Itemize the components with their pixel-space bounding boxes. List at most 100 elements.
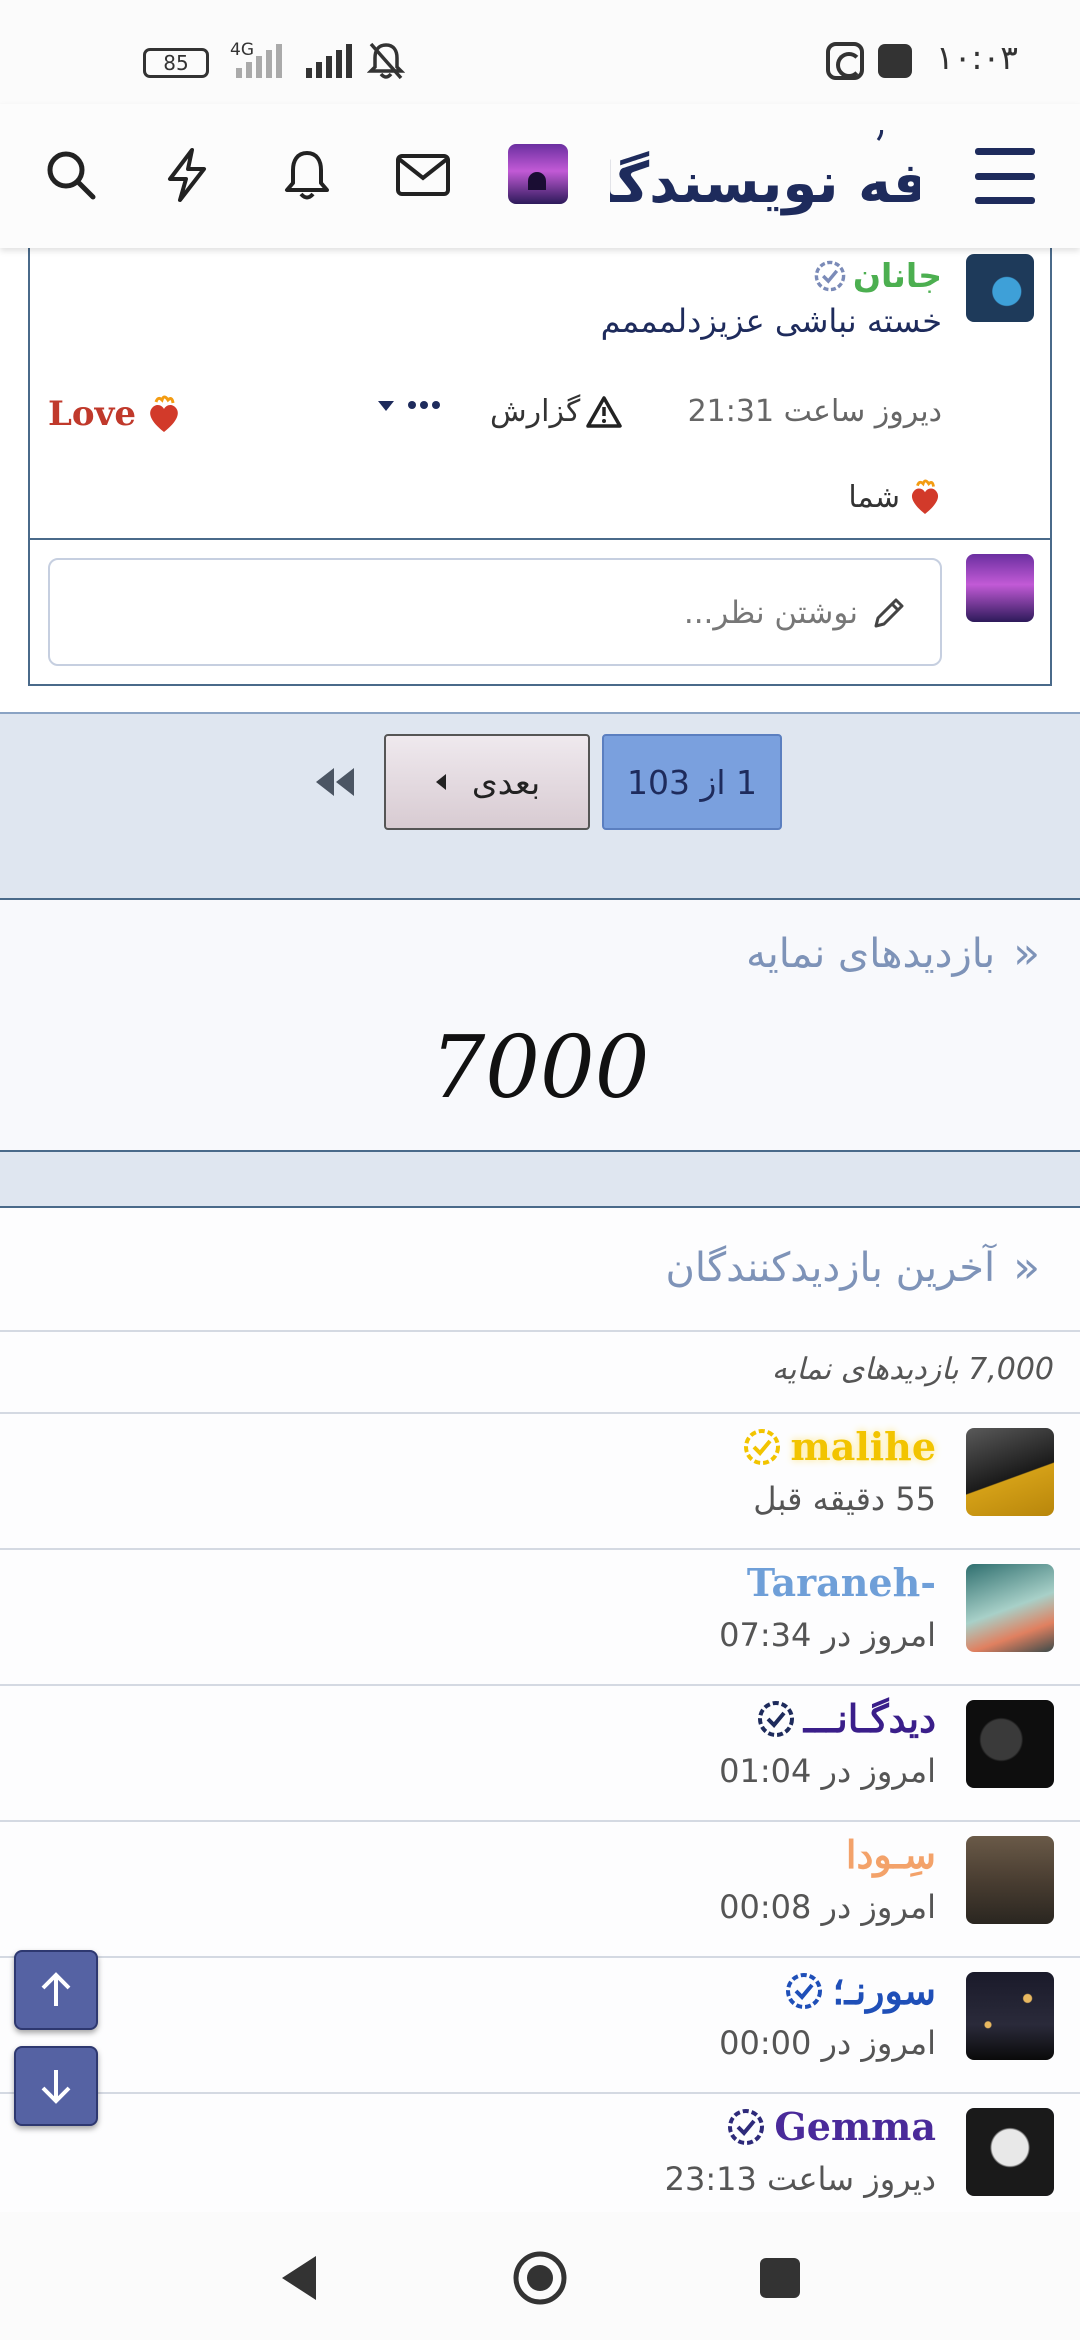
visitor-avatar[interactable] [966,2108,1054,2196]
visitor-avatar[interactable] [966,1700,1054,1788]
visitor-time: امروز در 01:04 [719,1752,936,1790]
visitor-avatar[interactable] [966,1972,1054,2060]
visitor-name[interactable]: سِـودا [846,1832,936,1877]
visitor-name[interactable]: دیدگـانـــ [756,1696,936,1741]
bell-mute-icon [367,42,405,80]
next-page-label: بعدی [471,762,541,802]
search-icon [47,151,96,200]
visitor-row[interactable]: سِـودا امروز در 00:08 [0,1822,1080,1958]
inbox-button[interactable] [390,142,456,208]
visitor-time: امروز در 00:00 [719,2024,936,2062]
clock: ۱۰:۰۳ [935,38,1018,77]
last-visitors-section: « آخرین بازدیدکنندگان 7,000 بازدیدهای نم… [0,1208,1080,2218]
caret-left-icon [435,774,446,790]
search-button[interactable] [38,142,104,208]
reply-placeholder: نوشتن نظر... [683,595,858,631]
battery-indicator: 85 [143,48,209,78]
comment-timestamp[interactable]: دیروز ساعت 21:31 [688,394,942,429]
reaction-summary[interactable]: شما [848,478,942,516]
ellipsis-caret-icon [378,401,440,411]
verified-icon [728,2108,765,2145]
back-button[interactable] [272,2250,328,2306]
bell-icon [285,151,329,200]
current-user-avatar [966,554,1034,622]
divider [30,538,1050,540]
comment-card: جانان خسته نباشی عزیزدلمممم دیروز ساعت 2… [28,248,1052,686]
arrow-down-icon [41,2070,71,2104]
home-button[interactable] [512,2250,568,2306]
comment-author[interactable]: جانان [813,256,942,295]
visitor-time: امروز در 00:08 [719,1888,936,1926]
visitor-name[interactable]: -Taraneh [747,1560,936,1605]
visitor-avatar[interactable] [966,1836,1054,1924]
comment-author-avatar[interactable] [966,254,1034,322]
visitors-summary: 7,000 بازدیدهای نمایه [0,1330,1080,1414]
pencil-icon [874,598,904,628]
visitor-time: 55 دقیقه قبل [753,1480,936,1518]
arrow-up-icon [41,1972,71,2006]
app-notification-icon [826,42,864,80]
verified-icon [786,1972,823,2009]
verified-icon [814,260,846,291]
profile-views-section: « بازدیدهای نمایه 7000 [0,900,1080,1152]
scroll-top-button[interactable] [14,1950,98,2030]
visitor-name[interactable]: malihe [742,1424,936,1469]
comment-text: خسته نباشی عزیزدلمممم [600,302,942,340]
site-logo[interactable]: کافه نویسندگان [610,130,920,222]
reactor-name: شما [848,479,900,515]
visitor-time: دیروز ساعت 23:13 [664,2160,936,2198]
notification-dot-icon [878,44,912,78]
profile-views-title-text: بازدیدهای نمایه [746,930,996,977]
site-header: کافه نویسندگان [0,104,1080,248]
visitor-avatar[interactable] [966,1428,1054,1516]
pagination: 1 از 103 بعدی [0,712,1080,900]
double-chevron-icon: « [1013,1242,1040,1293]
whats-new-button[interactable] [154,142,220,208]
visitor-time: امروز در 07:34 [719,1616,936,1654]
recents-button[interactable] [752,2250,808,2306]
signal-icon [236,44,282,78]
more-options-button[interactable] [376,390,446,430]
page-indicator-label: 1 از 103 [626,762,758,802]
visitor-row[interactable]: سورنـ؛ امروز در 00:00 [0,1958,1080,2094]
comment-author-name: جانان [852,256,942,295]
user-avatar-button[interactable] [508,144,568,204]
visitors-summary-text: 7,000 بازدیدهای نمایه [771,1352,1054,1387]
profile-views-count: 7000 [430,1018,650,1118]
reaction-button[interactable]: Love [48,394,182,434]
mail-icon [396,154,450,196]
last-visitors-title: « آخرین بازدیدکنندگان [666,1242,1041,1293]
signal-icon-2 [306,44,352,78]
logo-text: کافه نویسندگان [610,151,920,216]
verified-icon [744,1428,781,1465]
report-link[interactable]: گزارش [490,394,623,429]
visitor-row[interactable]: malihe 55 دقیقه قبل [0,1414,1080,1550]
heart-fire-icon [911,479,939,514]
visitor-name[interactable]: سورنـ؛ [784,1968,936,2013]
menu-button[interactable] [975,148,1035,204]
visitor-row[interactable]: دیدگـانـــ امروز در 01:04 [0,1686,1080,1822]
report-label: گزارش [490,394,581,429]
reaction-label: Love [48,394,136,434]
profile-views-title: « بازدیدهای نمایه [746,928,1040,979]
last-page-button[interactable] [312,762,358,802]
alerts-button[interactable] [274,142,340,208]
reply-input[interactable]: نوشتن نظر... [48,558,942,666]
system-nav-bar [0,2212,1080,2340]
scroll-bottom-button[interactable] [14,2046,98,2126]
double-chevron-icon: « [1013,928,1040,979]
section-gap [0,1152,1080,1208]
visitor-name[interactable]: Gemma [726,2104,936,2149]
warning-icon [586,395,623,428]
lightning-icon [168,148,206,202]
verified-icon [757,1700,794,1737]
heart-fire-icon [150,395,178,432]
visitor-row[interactable]: Gemma دیروز ساعت 23:13 [0,2094,1080,2230]
status-bar: 85 4G ۱۰:۰۳ [0,0,1080,104]
menu-icon [975,148,1035,155]
visitor-row[interactable]: -Taraneh امروز در 07:34 [0,1550,1080,1686]
next-page-button[interactable]: بعدی [384,734,590,830]
last-visitors-title-text: آخرین بازدیدکنندگان [665,1244,996,1291]
page-indicator[interactable]: 1 از 103 [602,734,782,830]
visitor-avatar[interactable] [966,1564,1054,1652]
